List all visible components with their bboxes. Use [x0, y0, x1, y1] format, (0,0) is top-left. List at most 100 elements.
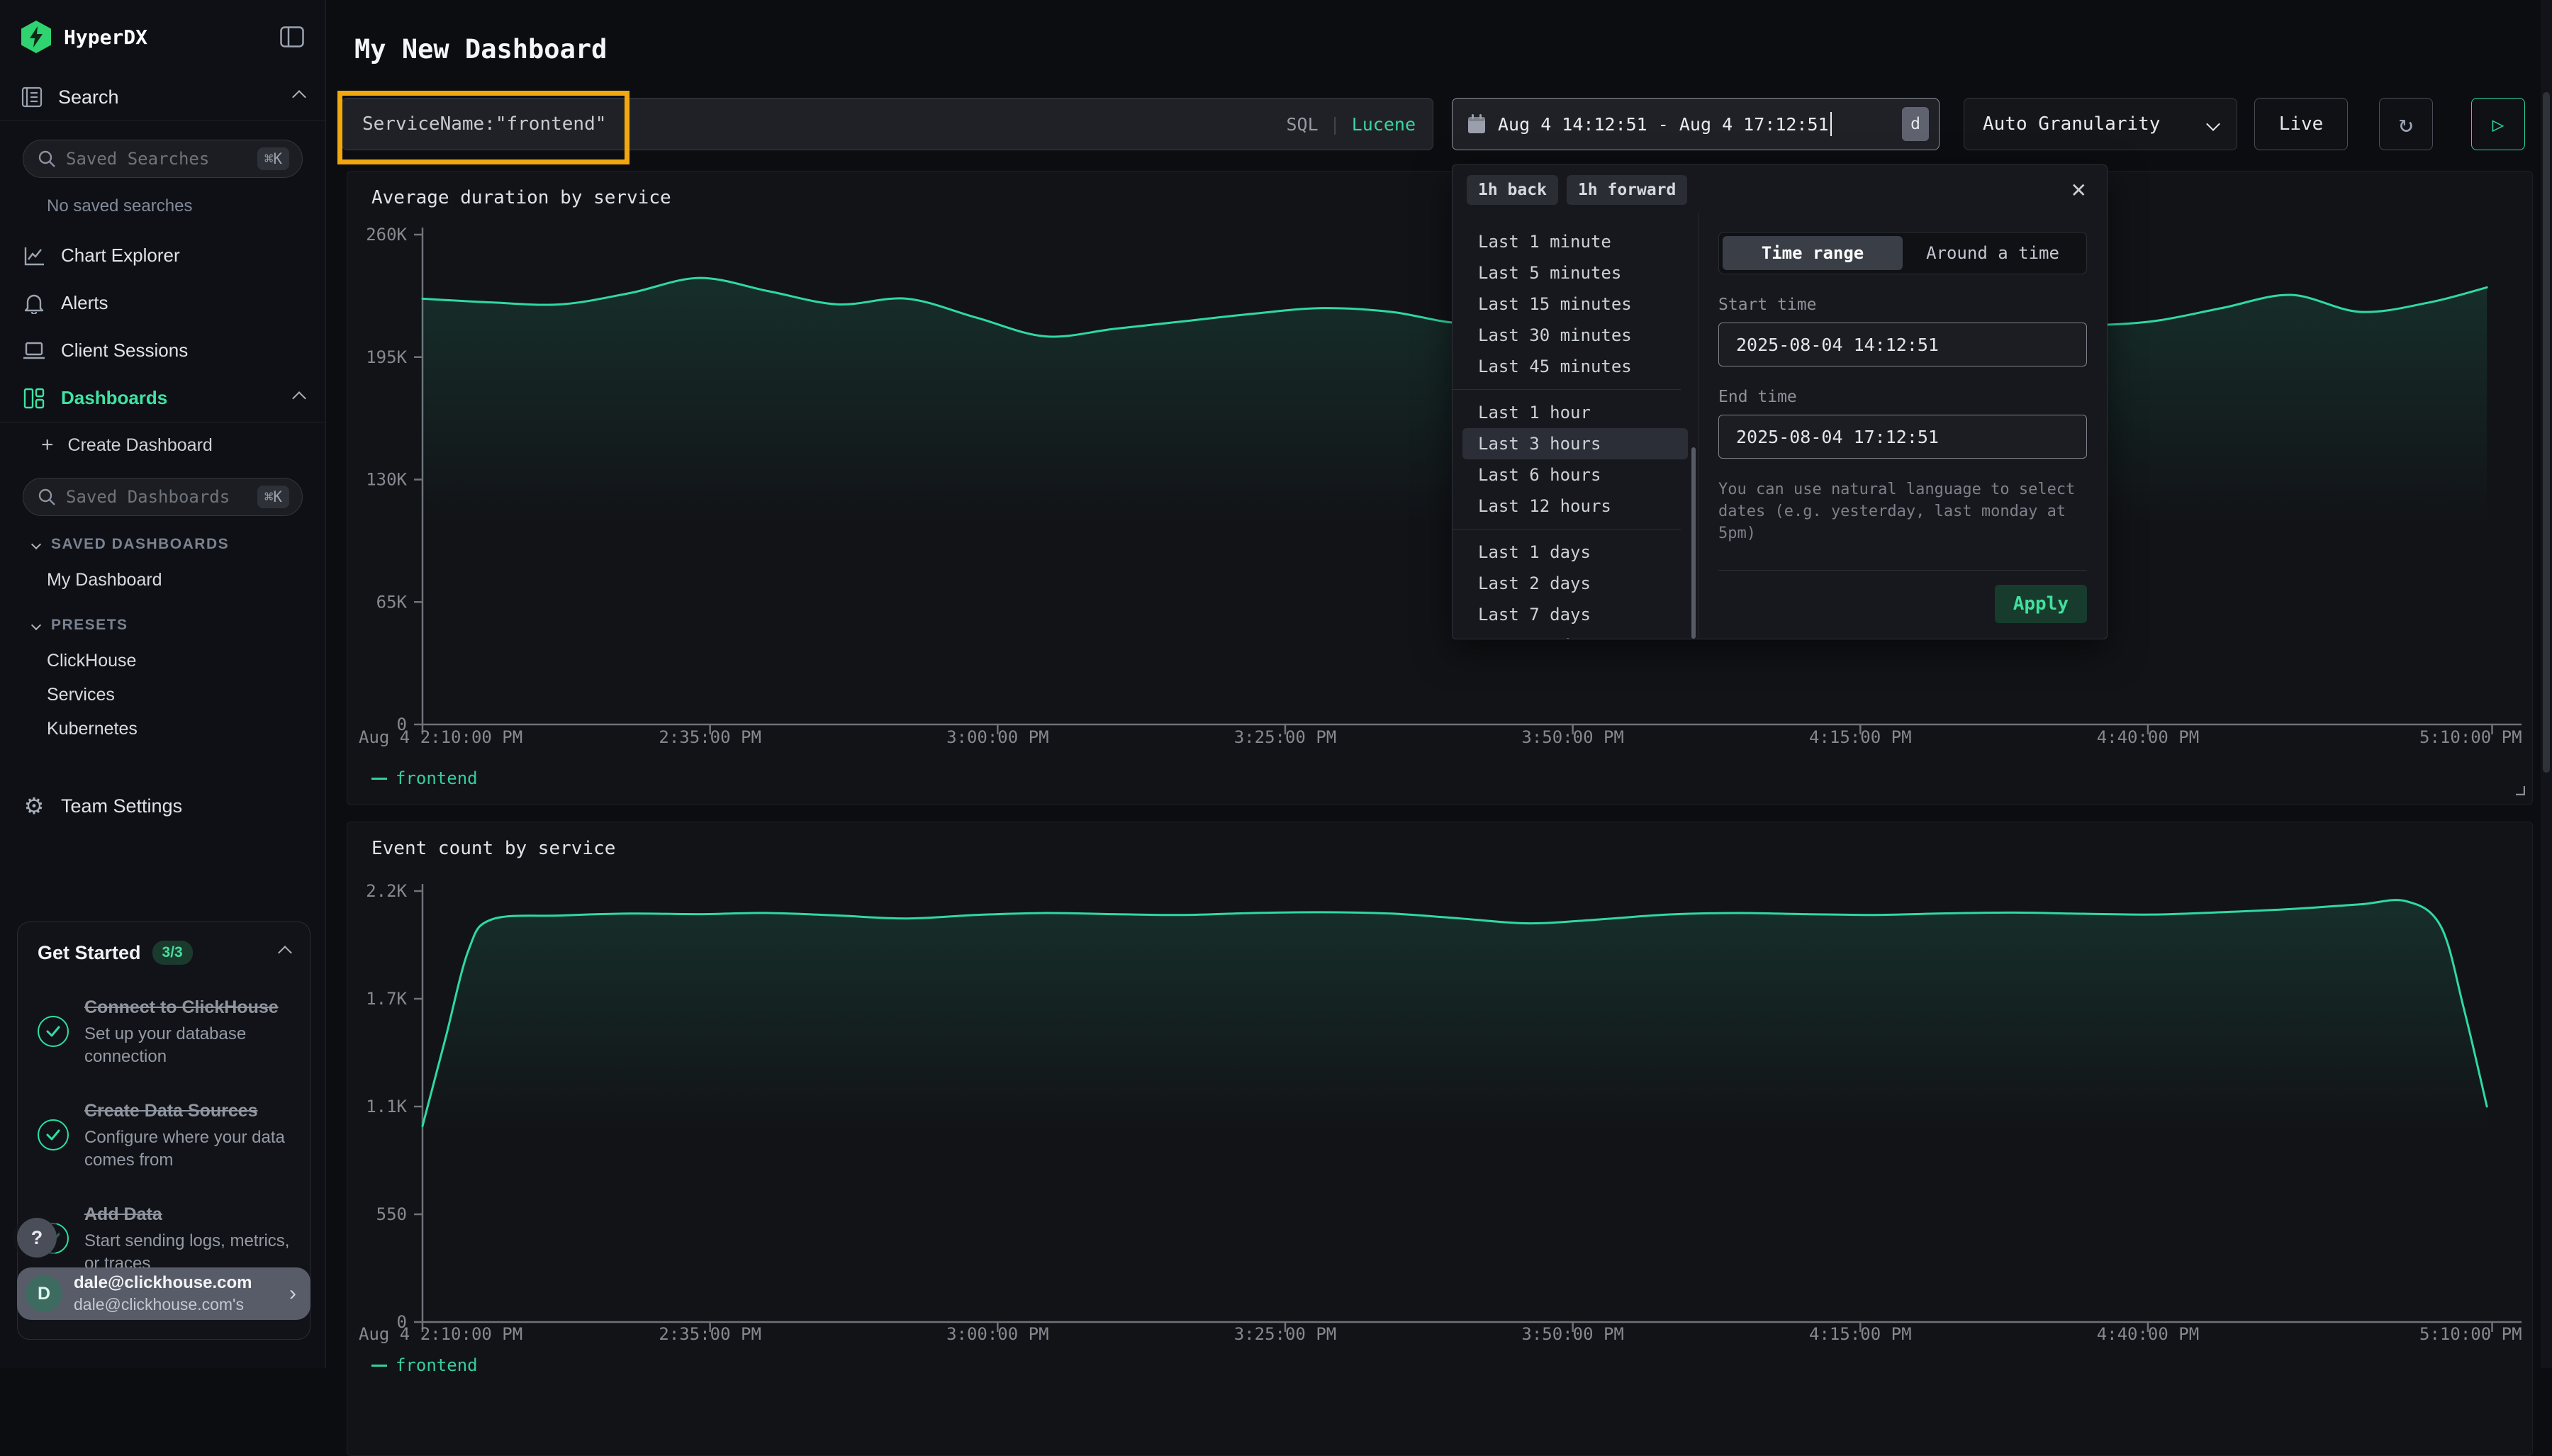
- svg-text:3:50:00 PM: 3:50:00 PM: [1521, 727, 1624, 747]
- range-option-selected[interactable]: Last 3 hours: [1462, 428, 1688, 459]
- lucene-toggle[interactable]: Lucene: [1352, 114, 1416, 135]
- sidebar-item-clickhouse[interactable]: ClickHouse: [0, 644, 325, 678]
- scrollbar-thumb[interactable]: [1691, 447, 1696, 639]
- check-circle-icon: [38, 1016, 69, 1047]
- step-title: Connect to ClickHouse: [84, 995, 290, 1020]
- svg-text:550: 550: [376, 1204, 407, 1224]
- sidebar-item-label: Dashboards: [61, 387, 167, 409]
- svg-text:4:15:00 PM: 4:15:00 PM: [1809, 1324, 1912, 1344]
- shortcut-badge: ⌘K: [257, 486, 289, 508]
- user-menu[interactable]: D dale@clickhouse.com dale@clickhouse.co…: [17, 1267, 310, 1320]
- search-doc-icon: [21, 86, 43, 108]
- get-started-step[interactable]: Connect to ClickHouse Set up your databa…: [38, 995, 290, 1068]
- granularity-select[interactable]: Auto Granularity: [1964, 98, 2237, 150]
- sidebar-item-client-sessions[interactable]: Client Sessions: [0, 327, 325, 374]
- range-option[interactable]: Last 5 minutes: [1453, 257, 1698, 289]
- create-dashboard-button[interactable]: + Create Dashboard: [0, 422, 325, 468]
- time-range-picker: 1h back 1h forward ✕ Last 1 minute Last …: [1452, 164, 2108, 639]
- range-option[interactable]: Last 7 days: [1453, 599, 1698, 630]
- apply-button[interactable]: Apply: [1995, 585, 2087, 623]
- range-option[interactable]: Last 1 minute: [1453, 226, 1698, 257]
- range-option[interactable]: Last 12 hours: [1453, 491, 1698, 522]
- end-time-input[interactable]: 2025-08-04 17:12:51: [1718, 415, 2087, 459]
- svg-text:4:15:00 PM: 4:15:00 PM: [1809, 727, 1912, 747]
- user-team: dale@clickhouse.com's: [74, 1294, 252, 1315]
- start-time-input[interactable]: 2025-08-04 14:12:51: [1718, 323, 2087, 366]
- scrollbar-thumb[interactable]: [2543, 92, 2550, 773]
- saved-dashboards-input[interactable]: Saved Dashboards ⌘K: [23, 478, 303, 516]
- window-scrollbar[interactable]: [2541, 0, 2552, 1368]
- team-settings-label: Team Settings: [61, 795, 182, 817]
- shift-forward-button[interactable]: 1h forward: [1567, 175, 1687, 205]
- live-button[interactable]: Live: [2254, 98, 2348, 150]
- range-option[interactable]: Last 14 days: [1453, 630, 1698, 639]
- tab-around-a-time[interactable]: Around a time: [1903, 236, 2083, 270]
- range-option[interactable]: Last 30 minutes: [1453, 320, 1698, 351]
- sidebar-item-alerts[interactable]: Alerts: [0, 279, 325, 327]
- section-presets[interactable]: PRESETS: [0, 597, 325, 634]
- app-title: HyperDX: [64, 26, 147, 49]
- section-saved-dashboards[interactable]: SAVED DASHBOARDS: [0, 516, 325, 553]
- preset-label: Kubernetes: [47, 719, 138, 739]
- sidebar-item-services[interactable]: Services: [0, 678, 325, 712]
- svg-text:1.7K: 1.7K: [366, 989, 407, 1009]
- range-option[interactable]: Last 45 minutes: [1453, 351, 1698, 382]
- shortcut-badge: ⌘K: [257, 147, 289, 170]
- chevron-up-icon[interactable]: [278, 946, 292, 960]
- chart-legend[interactable]: frontend: [371, 1355, 478, 1375]
- step-title: Add Data: [84, 1202, 290, 1227]
- sidebar-item-dashboards[interactable]: Dashboards: [0, 374, 325, 422]
- dashboard-grid-icon: [23, 388, 45, 409]
- play-button[interactable]: ▷: [2471, 98, 2525, 150]
- time-range-input[interactable]: Aug 4 14:12:51 - Aug 4 17:12:51 d: [1452, 98, 1940, 150]
- query-search-input[interactable]: ServiceName:"frontend" SQL | Lucene: [342, 98, 1433, 150]
- resize-handle-icon[interactable]: [2512, 783, 2525, 799]
- sidebar-item-my-dashboard[interactable]: My Dashboard: [0, 563, 325, 597]
- sidebar-item-kubernetes[interactable]: Kubernetes: [0, 712, 325, 746]
- svg-text:260K: 260K: [366, 225, 407, 245]
- range-option[interactable]: Last 1 days: [1453, 537, 1698, 568]
- close-icon[interactable]: ✕: [2065, 179, 2093, 202]
- range-option[interactable]: Last 1 hour: [1453, 397, 1698, 428]
- step-title: Create Data Sources: [84, 1098, 290, 1124]
- shift-back-button[interactable]: 1h back: [1467, 175, 1558, 205]
- refresh-button[interactable]: ↻: [2379, 98, 2433, 150]
- svg-text:2.2K: 2.2K: [366, 881, 407, 901]
- create-dashboard-label: Create Dashboard: [68, 435, 213, 456]
- picker-mode-tabs: Time range Around a time: [1718, 232, 2087, 274]
- sql-toggle[interactable]: SQL: [1286, 114, 1318, 135]
- svg-text:3:00:00 PM: 3:00:00 PM: [946, 1324, 1049, 1344]
- range-option[interactable]: Last 2 days: [1453, 568, 1698, 599]
- svg-text:2:35:00 PM: 2:35:00 PM: [659, 1324, 761, 1344]
- start-time-label: Start time: [1718, 296, 2087, 314]
- range-option[interactable]: Last 6 hours: [1453, 459, 1698, 491]
- svg-text:4:40:00 PM: 4:40:00 PM: [2097, 1324, 2200, 1344]
- bell-icon: [24, 293, 44, 314]
- logo-row: HyperDX: [0, 0, 325, 74]
- svg-text:2:35:00 PM: 2:35:00 PM: [659, 727, 761, 747]
- search-icon: [38, 150, 56, 168]
- section-title: SAVED DASHBOARDS: [51, 536, 229, 553]
- line-chart[interactable]: 260K195K130K65K0Aug 4 2:10:00 PM2:35:00 …: [347, 172, 2534, 760]
- nav-search-label: Search: [58, 86, 119, 108]
- svg-text:3:50:00 PM: 3:50:00 PM: [1521, 1324, 1624, 1344]
- line-chart[interactable]: 2.2K1.7K1.1K5500Aug 4 2:10:00 PM2:35:00 …: [347, 822, 2534, 1411]
- tab-time-range[interactable]: Time range: [1723, 236, 1903, 270]
- svg-text:130K: 130K: [366, 470, 407, 490]
- svg-text:5:10:00 PM: 5:10:00 PM: [2419, 727, 2522, 747]
- chart-legend[interactable]: frontend: [371, 768, 478, 788]
- hyperdx-logo-icon: [21, 21, 51, 53]
- svg-text:Aug 4 2:10:00 PM: Aug 4 2:10:00 PM: [359, 727, 522, 747]
- help-button[interactable]: ?: [17, 1218, 57, 1258]
- get-started-step[interactable]: Add Data Start sending logs, metrics, or…: [38, 1202, 290, 1275]
- saved-searches-input[interactable]: Saved Searches ⌘K: [23, 140, 303, 178]
- chevron-down-icon: [31, 620, 41, 630]
- get-started-step[interactable]: Create Data Sources Configure where your…: [38, 1098, 290, 1172]
- sidebar-collapse-icon[interactable]: [280, 26, 304, 47]
- legend-label: frontend: [396, 1355, 478, 1375]
- nav-search-header[interactable]: Search: [0, 74, 325, 121]
- no-saved-searches-note: No saved searches: [0, 178, 325, 216]
- range-option[interactable]: Last 15 minutes: [1453, 289, 1698, 320]
- team-settings-button[interactable]: ⚙ Team Settings: [0, 781, 325, 831]
- sidebar-item-chart-explorer[interactable]: Chart Explorer: [0, 232, 325, 279]
